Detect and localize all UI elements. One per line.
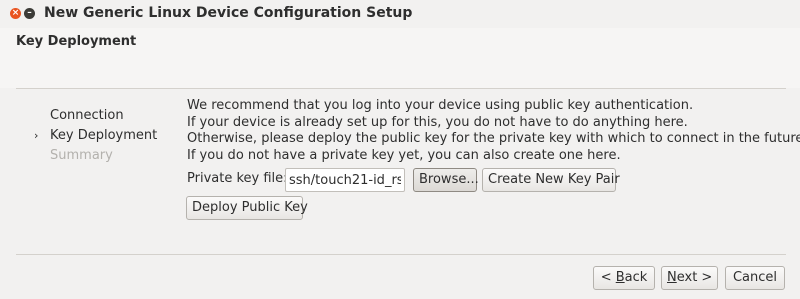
page-title: Key Deployment — [16, 34, 137, 49]
description-line: If you do not have a private key yet, yo… — [187, 147, 621, 163]
title-bar: × – New Generic Linux Device Configurati… — [0, 0, 800, 28]
browse-button[interactable]: Browse... — [413, 168, 479, 192]
private-key-label: Private key file: — [187, 171, 288, 186]
create-key-pair-button[interactable]: Create New Key Pair — [482, 168, 620, 192]
description-line: Otherwise, please deploy the public key … — [187, 131, 800, 146]
wizard-header: Key Deployment — [0, 28, 800, 88]
back-mnemonic: B — [615, 270, 625, 285]
cancel-button[interactable]: Cancel — [725, 266, 785, 290]
close-window-icon[interactable]: × — [10, 8, 21, 19]
back-prefix: < — [600, 270, 616, 285]
next-rest: ext > — [676, 270, 713, 285]
step-label: Connection — [50, 108, 124, 123]
back-button[interactable]: < Back — [593, 266, 655, 290]
next-mnemonic: N — [667, 270, 677, 285]
header-divider — [16, 88, 786, 89]
step-label: Key Deployment — [50, 128, 158, 143]
footer-divider — [16, 254, 786, 255]
deploy-public-key-button[interactable]: Deploy Public Key — [186, 196, 308, 220]
minimize-window-icon[interactable]: – — [24, 8, 35, 19]
next-button[interactable]: Next > — [661, 266, 718, 290]
description: We recommend that you log into your devi… — [187, 98, 800, 164]
private-key-input[interactable] — [285, 168, 405, 192]
step-label: Summary — [50, 148, 113, 163]
description-line: If your device is already set up for thi… — [187, 114, 688, 130]
window-title: New Generic Linux Device Configuration S… — [44, 5, 413, 21]
description-line: We recommend that you log into your devi… — [187, 98, 694, 113]
back-rest: ack — [624, 270, 648, 285]
current-step-arrow-icon: › — [34, 129, 39, 142]
